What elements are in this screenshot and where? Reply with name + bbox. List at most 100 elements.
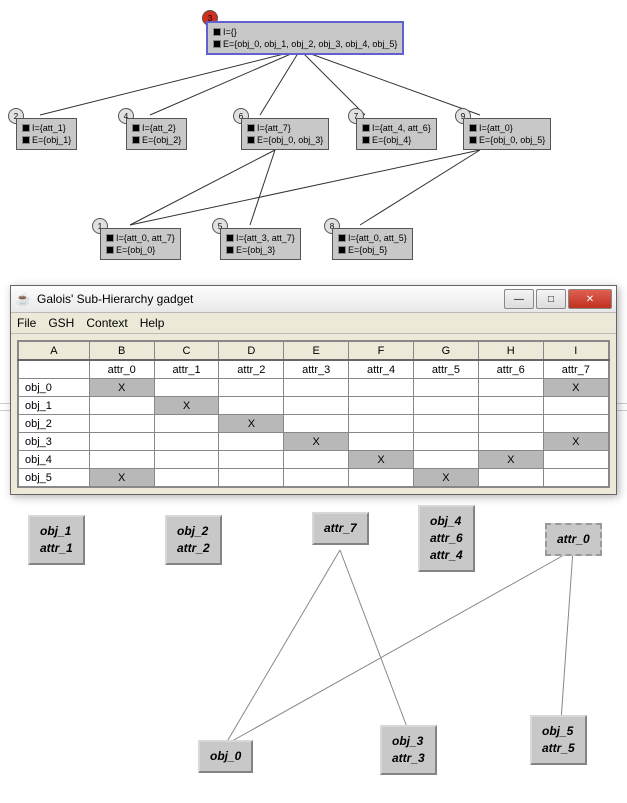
col-letter[interactable]: I	[543, 341, 609, 360]
cell[interactable]	[284, 397, 349, 415]
cell[interactable]	[349, 397, 414, 415]
row-header[interactable]: obj_5	[18, 469, 89, 488]
cell[interactable]	[89, 415, 154, 433]
node-2[interactable]: I={att_1} E={obj_1}	[16, 118, 77, 150]
node-9[interactable]: I={att_0} E={obj_0, obj_5}	[463, 118, 551, 150]
cell[interactable]	[413, 397, 478, 415]
cell[interactable]: X	[219, 415, 284, 433]
cell[interactable]: X	[284, 433, 349, 451]
minimize-button[interactable]: —	[504, 289, 534, 309]
titlebar[interactable]: ☕ Galois' Sub-Hierarchy gadget — □ ✕	[11, 286, 616, 313]
cell[interactable]	[219, 379, 284, 397]
context-table[interactable]: ABCDEFGHI attr_0attr_1attr_2attr_3attr_4…	[17, 340, 610, 488]
cell[interactable]	[219, 469, 284, 488]
cell[interactable]	[478, 379, 543, 397]
col-attr[interactable]: attr_7	[543, 360, 609, 379]
col-attr[interactable]: attr_2	[219, 360, 284, 379]
cell[interactable]	[413, 433, 478, 451]
table-row: obj_4 X X	[18, 451, 609, 469]
col-letter[interactable]: G	[413, 341, 478, 360]
cell[interactable]	[478, 415, 543, 433]
col-letter[interactable]: D	[219, 341, 284, 360]
cell[interactable]	[543, 397, 609, 415]
cell[interactable]: X	[89, 379, 154, 397]
menu-help[interactable]: Help	[140, 316, 165, 330]
col-letter[interactable]: C	[154, 341, 219, 360]
row-header[interactable]: obj_1	[18, 397, 89, 415]
concept-attr7[interactable]: attr_7	[312, 512, 369, 545]
row-header[interactable]: obj_4	[18, 451, 89, 469]
cell[interactable]	[219, 397, 284, 415]
cell[interactable]	[154, 433, 219, 451]
col-attr[interactable]: attr_4	[349, 360, 414, 379]
row-header[interactable]: obj_2	[18, 415, 89, 433]
node-root[interactable]: I={} E={obj_0, obj_1, obj_2, obj_3, obj_…	[207, 22, 403, 54]
cell[interactable]	[478, 433, 543, 451]
cell[interactable]: X	[154, 397, 219, 415]
cell[interactable]	[89, 451, 154, 469]
menu-file[interactable]: File	[17, 316, 36, 330]
cell[interactable]	[349, 415, 414, 433]
table-row: obj_1 X	[18, 397, 609, 415]
col-letter[interactable]: F	[349, 341, 414, 360]
col-attr[interactable]: attr_1	[154, 360, 219, 379]
col-attr[interactable]: attr_3	[284, 360, 349, 379]
col-letter[interactable]: B	[89, 341, 154, 360]
col-attr[interactable]: attr_6	[478, 360, 543, 379]
node-1[interactable]: I={att_0, att_7} E={obj_0}	[100, 228, 181, 260]
node-6[interactable]: I={att_7} E={obj_0, obj_3}	[241, 118, 329, 150]
node-8[interactable]: I={att_0, att_5} E={obj_5}	[332, 228, 413, 260]
row-header[interactable]: obj_0	[18, 379, 89, 397]
concept-obj0[interactable]: obj_0	[198, 740, 253, 773]
cell[interactable]	[154, 451, 219, 469]
cell[interactable]: X	[89, 469, 154, 488]
col-attr[interactable]: attr_5	[413, 360, 478, 379]
cell[interactable]	[284, 379, 349, 397]
cell[interactable]: X	[413, 469, 478, 488]
col-letter[interactable]: A	[18, 341, 89, 360]
concept-attr0[interactable]: attr_0	[545, 523, 602, 556]
col-letter[interactable]: H	[478, 341, 543, 360]
cell[interactable]: X	[543, 433, 609, 451]
col-attr[interactable]	[18, 360, 89, 379]
cell[interactable]	[89, 397, 154, 415]
col-attr[interactable]: attr_0	[89, 360, 154, 379]
close-button[interactable]: ✕	[568, 289, 612, 309]
cell[interactable]	[543, 415, 609, 433]
node-4[interactable]: I={att_2} E={obj_2}	[126, 118, 187, 150]
cell[interactable]	[478, 469, 543, 488]
cell[interactable]: X	[349, 451, 414, 469]
cell[interactable]	[219, 451, 284, 469]
cell[interactable]	[413, 379, 478, 397]
cell[interactable]	[478, 397, 543, 415]
cell[interactable]	[154, 469, 219, 488]
cell[interactable]	[154, 379, 219, 397]
cell[interactable]	[413, 415, 478, 433]
cell[interactable]	[284, 415, 349, 433]
menu-gsh[interactable]: GSH	[48, 316, 74, 330]
concept-obj3[interactable]: obj_3attr_3	[380, 725, 437, 775]
menu-context[interactable]: Context	[86, 316, 127, 330]
cell[interactable]	[89, 433, 154, 451]
concept-obj1[interactable]: obj_1attr_1	[28, 515, 85, 565]
cell[interactable]	[154, 415, 219, 433]
cell[interactable]: X	[478, 451, 543, 469]
node-5[interactable]: I={att_3, att_7} E={obj_3}	[220, 228, 301, 260]
cell[interactable]: X	[543, 379, 609, 397]
concept-obj2[interactable]: obj_2attr_2	[165, 515, 222, 565]
cell[interactable]	[349, 469, 414, 488]
node-7[interactable]: I={att_4, att_6} E={obj_4}	[356, 118, 437, 150]
col-letter[interactable]: E	[284, 341, 349, 360]
cell[interactable]	[219, 433, 284, 451]
cell[interactable]	[543, 469, 609, 488]
cell[interactable]	[349, 379, 414, 397]
maximize-button[interactable]: □	[536, 289, 566, 309]
concept-obj4[interactable]: obj_4attr_6attr_4	[418, 505, 475, 572]
concept-obj5[interactable]: obj_5attr_5	[530, 715, 587, 765]
cell[interactable]	[349, 433, 414, 451]
cell[interactable]	[284, 451, 349, 469]
cell[interactable]	[543, 451, 609, 469]
row-header[interactable]: obj_3	[18, 433, 89, 451]
cell[interactable]	[413, 451, 478, 469]
cell[interactable]	[284, 469, 349, 488]
